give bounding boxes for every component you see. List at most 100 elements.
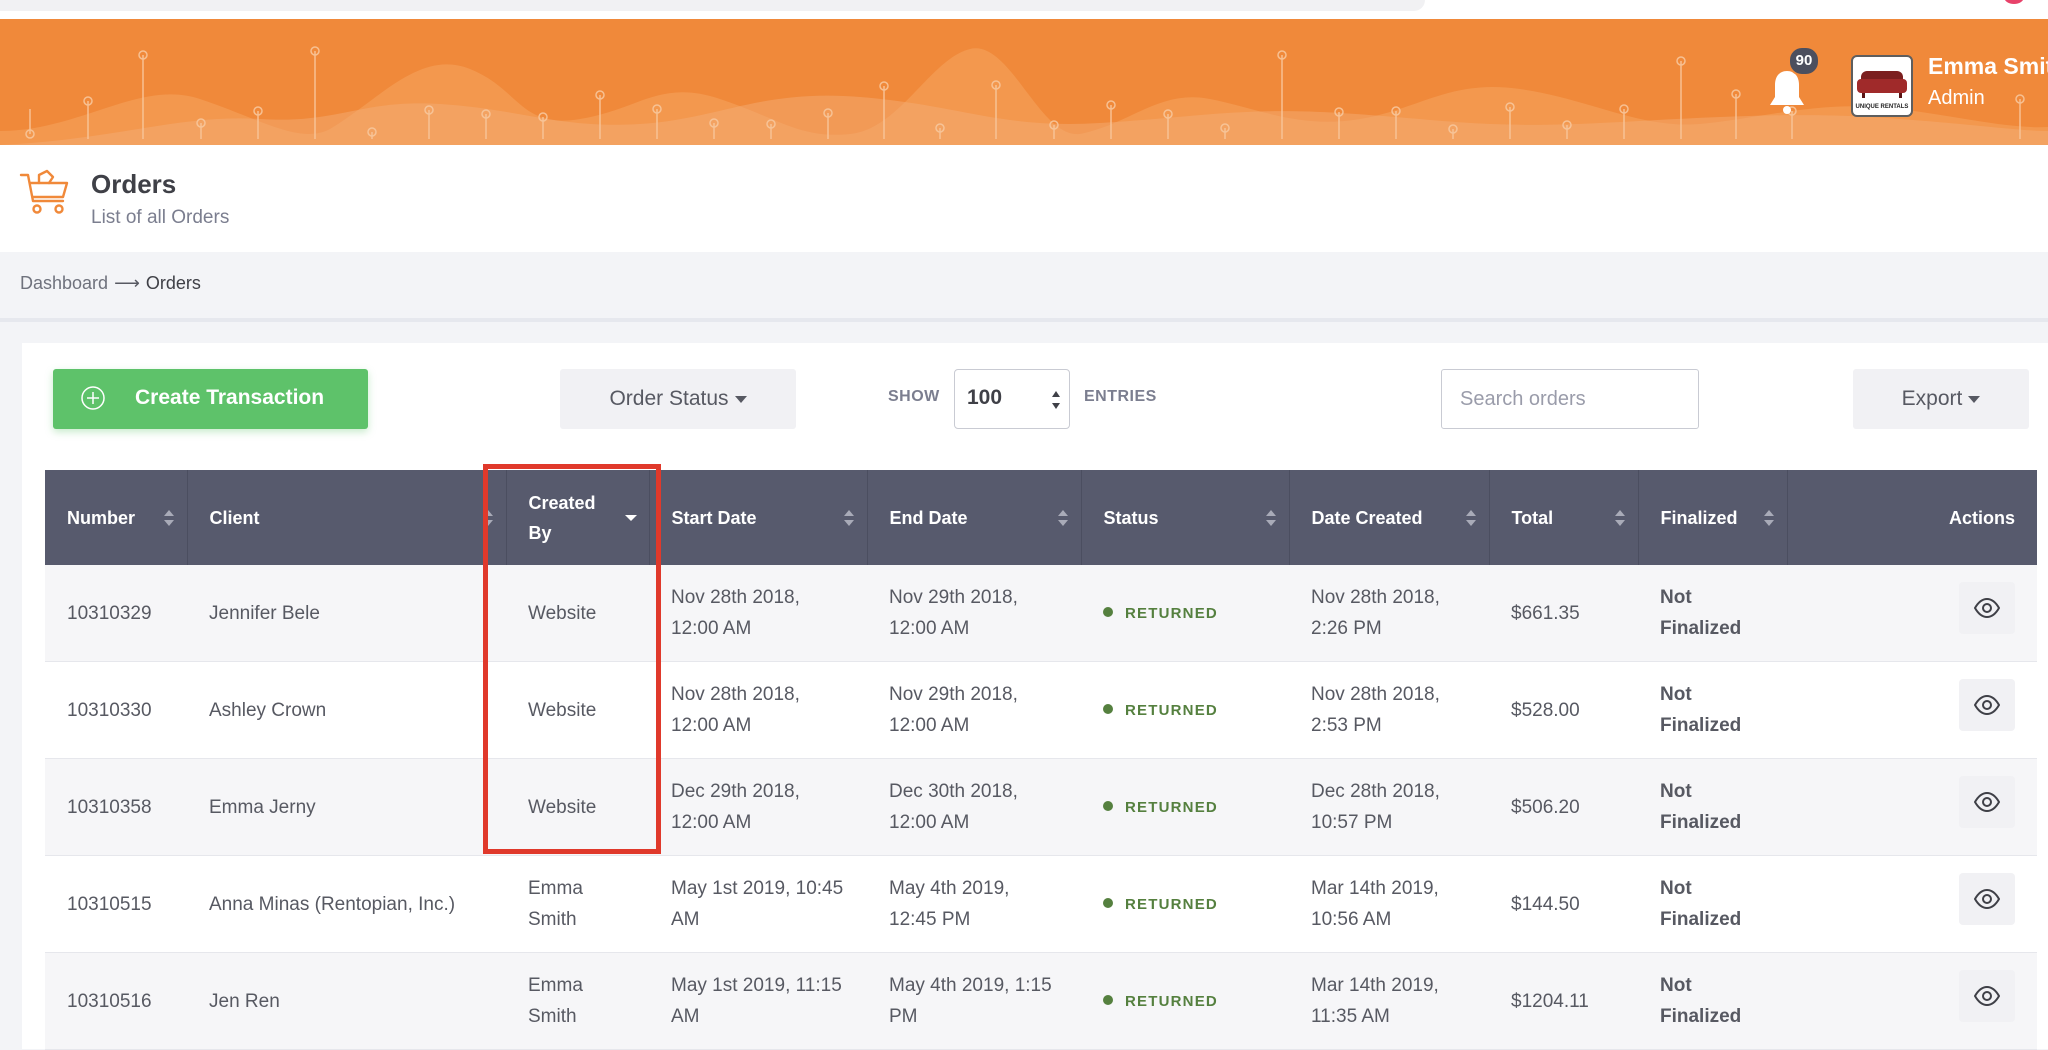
- orders-table: Number Client Created By Start Date End …: [45, 470, 2037, 1050]
- column-header-end-date[interactable]: End Date: [867, 470, 1082, 565]
- cell-finalized: Not Finalized: [1638, 855, 1787, 953]
- cell-client: Anna Minas (Rentopian, Inc.): [187, 855, 506, 953]
- cell-number: 10310329: [45, 565, 187, 662]
- cell-actions: [1787, 661, 2037, 759]
- breadcrumb-home-link[interactable]: Dashboard: [20, 273, 108, 293]
- export-dropdown[interactable]: Export: [1853, 369, 2029, 429]
- column-header-start-date[interactable]: Start Date: [649, 470, 868, 565]
- cell-created-by: Website: [506, 565, 649, 662]
- cell-created-by: Website: [506, 661, 649, 759]
- svg-text:UNIQUE RENTALS: UNIQUE RENTALS: [1856, 104, 1909, 110]
- cell-client: Emma Jerny: [187, 758, 506, 856]
- browser-indicator: [2004, 0, 2024, 4]
- cell-date-created: Nov 28th 2018, 2:53 PM: [1289, 661, 1489, 759]
- status-dot-icon: [1103, 704, 1113, 714]
- cell-date-created: Nov 28th 2018, 2:26 PM: [1289, 565, 1489, 662]
- column-header-client[interactable]: Client: [187, 470, 507, 565]
- status-dot-icon: [1103, 607, 1113, 617]
- breadcrumb-arrow-icon: ⟶: [114, 273, 140, 293]
- entries-value: 100: [967, 386, 1003, 409]
- sort-arrows-icon: [1265, 510, 1276, 526]
- cell-actions: [1787, 952, 2037, 1050]
- search-input[interactable]: [1441, 369, 1699, 429]
- header-decoration: [0, 46, 2048, 145]
- cell-finalized: Not Finalized: [1638, 565, 1787, 662]
- view-order-button[interactable]: [1959, 970, 2015, 1022]
- avatar[interactable]: UNIQUE RENTALS: [1851, 55, 1913, 117]
- column-header-status[interactable]: Status: [1081, 470, 1290, 565]
- column-header-finalized[interactable]: Finalized: [1638, 470, 1788, 565]
- table-row[interactable]: 10310329 Jennifer Bele Website Nov 28th …: [45, 565, 2037, 662]
- show-label: SHOW: [888, 388, 940, 405]
- cell-created-by: Emma Smith: [506, 952, 649, 1050]
- cell-end-date: May 4th 2019, 12:45 PM: [867, 855, 1081, 953]
- cell-actions: [1787, 565, 2037, 662]
- cell-status: RETURNED: [1081, 855, 1289, 953]
- sort-arrows-icon: [1465, 510, 1476, 526]
- cell-date-created: Dec 28th 2018, 10:57 PM: [1289, 758, 1489, 856]
- table-row[interactable]: 10310358 Emma Jerny Website Dec 29th 201…: [45, 758, 2037, 856]
- cell-client: Ashley Crown: [187, 661, 506, 759]
- entries-select[interactable]: 100: [954, 369, 1070, 429]
- view-order-button[interactable]: [1959, 679, 2015, 731]
- cell-end-date: Nov 29th 2018, 12:00 AM: [867, 565, 1081, 662]
- table-row[interactable]: 10310516 Jen Ren Emma Smith May 1st 2019…: [45, 952, 2037, 1050]
- status-badge: RETURNED: [1103, 993, 1218, 1010]
- browser-top-strip: [0, 0, 2048, 19]
- cell-total: $1204.11: [1489, 952, 1638, 1050]
- divider: [0, 318, 2048, 322]
- column-header-created-by[interactable]: Created By: [506, 470, 650, 565]
- column-header-total[interactable]: Total: [1489, 470, 1639, 565]
- cell-end-date: Dec 30th 2018, 12:00 AM: [867, 758, 1081, 856]
- notification-badge: 90: [1788, 46, 1820, 76]
- cell-date-created: Mar 14th 2019, 11:35 AM: [1289, 952, 1489, 1050]
- sort-arrows-icon: [843, 510, 854, 526]
- create-transaction-label: Create Transaction: [135, 386, 325, 409]
- cell-status: RETURNED: [1081, 952, 1289, 1050]
- cell-status: RETURNED: [1081, 565, 1289, 662]
- column-header-date-created[interactable]: Date Created: [1289, 470, 1490, 565]
- table-row[interactable]: 10310515 Anna Minas (Rentopian, Inc.) Em…: [45, 855, 2037, 953]
- select-arrows-icon: [1052, 391, 1060, 409]
- cell-start-date: May 1st 2019, 10:45 AM: [649, 855, 867, 953]
- status-dot-icon: [1103, 995, 1113, 1005]
- status-badge: RETURNED: [1103, 896, 1218, 913]
- cell-number: 10310516: [45, 952, 187, 1050]
- table-row[interactable]: 10310330 Ashley Crown Website Nov 28th 2…: [45, 661, 2037, 759]
- cell-created-by: Website: [506, 758, 649, 856]
- cell-finalized: Not Finalized: [1638, 661, 1787, 759]
- eye-icon: [1974, 888, 2000, 910]
- status-dot-icon: [1103, 898, 1113, 908]
- address-bar[interactable]: [0, 0, 1425, 11]
- view-order-button[interactable]: [1959, 776, 2015, 828]
- cell-total: $506.20: [1489, 758, 1638, 856]
- view-order-button[interactable]: [1959, 582, 2015, 634]
- sort-arrows-icon: [1057, 510, 1068, 526]
- view-order-button[interactable]: [1959, 873, 2015, 925]
- sort-arrows-icon: [1614, 510, 1625, 526]
- cell-actions: [1787, 758, 2037, 856]
- breadcrumb-current: Orders: [145, 273, 201, 293]
- app-header: 90 UNIQUE RENTALS Emma Smit Admin: [0, 19, 2048, 145]
- breadcrumb: Dashboard ⟶ Orders: [20, 273, 201, 294]
- order-status-dropdown[interactable]: Order Status: [560, 369, 796, 429]
- brand-logo: UNIQUE RENTALS: [1856, 71, 1909, 110]
- cell-status: RETURNED: [1081, 758, 1289, 856]
- cell-finalized: Not Finalized: [1638, 952, 1787, 1050]
- sort-desc-icon: [624, 515, 637, 521]
- caret-down-icon: [734, 395, 747, 403]
- cell-finalized: Not Finalized: [1638, 758, 1787, 856]
- cart-icon: [19, 169, 69, 214]
- create-transaction-button[interactable]: Create Transaction: [53, 369, 368, 429]
- page-subtitle: List of all Orders: [91, 207, 230, 228]
- user-name[interactable]: Emma Smit: [1928, 53, 2048, 80]
- cell-date-created: Mar 14th 2019, 10:56 AM: [1289, 855, 1489, 953]
- eye-icon: [1974, 597, 2000, 619]
- status-badge: RETURNED: [1103, 799, 1218, 816]
- column-header-number[interactable]: Number: [45, 470, 188, 565]
- cell-end-date: Nov 29th 2018, 12:00 AM: [867, 661, 1081, 759]
- sort-arrows-icon: [1763, 510, 1774, 526]
- cell-number: 10310330: [45, 661, 187, 759]
- status-badge: RETURNED: [1103, 702, 1218, 719]
- cell-start-date: Dec 29th 2018, 12:00 AM: [649, 758, 867, 856]
